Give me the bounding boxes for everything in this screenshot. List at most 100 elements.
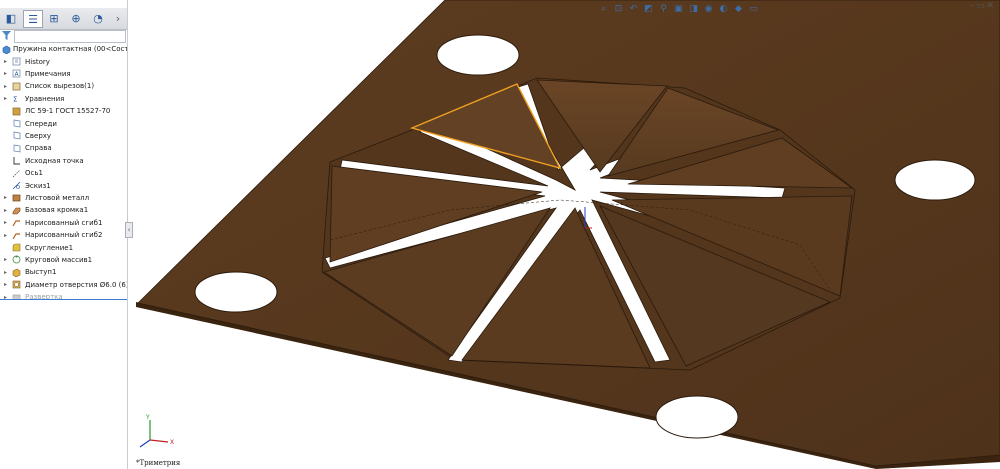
tree-item-label: Базовая кромка1 (25, 206, 89, 215)
hide-show-items-icon[interactable]: ◉ (703, 4, 714, 15)
tree-item-label: History (25, 57, 50, 66)
tree-item-label: Диаметр отверстия Ø6.0 (6)1 (25, 280, 127, 289)
tree-item-label: Исходная точка (25, 156, 84, 165)
tree-item[interactable]: ▸ A Примечания (0, 68, 127, 80)
tree-root-label: Пружина контактная (00<Сост.отоб[ (13, 45, 127, 54)
plane-icon (13, 119, 21, 128)
tree-item[interactable]: ▸ Нарисованный сгиб1 (0, 217, 127, 229)
plane-icon (13, 131, 21, 140)
tree-item[interactable]: ▸ Диаметр отверстия Ø6.0 (6)1 (0, 279, 127, 291)
graphics-area[interactable]: Y X ⌕ ⊡ ↶ ◩ ⚲ ▣ ◨ ◉ ◐ ◆ ▭ –▭✕ (128, 0, 1000, 469)
history-icon (12, 57, 21, 66)
tree-item-label: Нарисованный сгиб2 (25, 231, 103, 240)
tree-item[interactable]: ▸ Нарисованный сгиб2 (0, 229, 127, 241)
expand-arrow-icon[interactable]: ▸ (4, 281, 7, 288)
dimxpert-tab[interactable]: ⊕ (67, 10, 85, 26)
expand-arrow-icon[interactable]: ▸ (4, 219, 7, 226)
svg-text:Σ: Σ (13, 96, 17, 104)
apply-scene-icon[interactable]: ◆ (733, 4, 744, 15)
extrude-icon (12, 268, 21, 277)
tree-item[interactable]: Сверху (0, 130, 127, 142)
tree-item-label: Нарисованный сгиб1 (25, 218, 103, 227)
tree-item[interactable]: ЛС 59-1 ГОСТ 15527-70 (0, 105, 127, 117)
tree-item-label: Справа (25, 144, 52, 153)
circular-pattern-icon (12, 255, 21, 264)
close-icon[interactable]: ✕ (986, 1, 996, 11)
tree-item[interactable]: ▸ Выступ1 (0, 266, 127, 278)
feature-tree: Пружина контактная (00<Сост.отоб[ ▸ Histo… (0, 43, 127, 299)
filter-row (0, 29, 127, 43)
filter-icon[interactable] (2, 31, 11, 40)
hole-icon (12, 280, 21, 289)
tree-item-label: Скругление1 (25, 243, 74, 252)
view-orientation-label: *Триметрия (136, 459, 181, 467)
mounting-hole-bottom[interactable] (655, 395, 739, 439)
tree-item-label: Круговой массив1 (25, 255, 93, 264)
mounting-hole-left[interactable] (194, 271, 278, 313)
window-controls: –▭✕ (969, 1, 996, 11)
expand-arrow-icon[interactable]: ▸ (4, 83, 7, 90)
tree-item[interactable]: ▸ Листовой металл (0, 192, 127, 204)
tree-item[interactable]: Спереди (0, 117, 127, 129)
tree-item[interactable]: Исходная точка (0, 155, 127, 167)
display-style-icon[interactable]: ◨ (688, 4, 699, 15)
restore-icon[interactable]: ▭ (976, 1, 987, 11)
tree-item[interactable]: Скругление1 (0, 241, 127, 253)
expand-arrow-icon[interactable]: ▸ (4, 58, 7, 65)
zoom-area-icon[interactable]: ⊡ (613, 4, 624, 15)
tree-item[interactable]: Эскиз1 (0, 179, 127, 191)
configuration-manager-tab[interactable]: ⊞ (45, 10, 63, 26)
display-manager-tab[interactable]: ◔ (89, 10, 107, 26)
expand-arrow-icon[interactable]: ▸ (4, 269, 7, 276)
view-settings-icon[interactable]: ▭ (748, 4, 759, 15)
feature-manager-panel: ◧ ☰ ⊞ ⊕ ◔ › Пружина контактная (00<Сост.… (0, 0, 133, 469)
feature-manager-tab[interactable]: ◧ (2, 10, 20, 26)
view-triad: Y X (139, 414, 174, 448)
material-icon (12, 107, 21, 115)
tree-item-label: Эскиз1 (25, 181, 51, 190)
expand-arrow-icon[interactable]: ▸ (4, 70, 7, 77)
mounting-hole-top[interactable] (436, 34, 520, 76)
expand-arrow-icon[interactable]: ▸ (4, 256, 7, 263)
previous-view-icon[interactable]: ↶ (628, 4, 639, 15)
expand-arrow-icon[interactable]: ▸ (4, 194, 7, 201)
panel-tabs: ◧ ☰ ⊞ ⊕ ◔ › (0, 8, 127, 30)
fillet-icon (12, 243, 21, 252)
tree-item-label: Сверху (25, 131, 52, 140)
tree-item[interactable]: ▸ History (0, 55, 127, 67)
equations-icon: Σ (13, 96, 17, 104)
filter-input[interactable] (14, 30, 126, 43)
tree-item[interactable]: ▸ Базовая кромка1 (0, 204, 127, 216)
tree-item-label: Ось1 (25, 169, 43, 178)
tree-root[interactable]: Пружина контактная (00<Сост.отоб[ (0, 43, 127, 55)
tree-item[interactable]: ▸ Круговой массив1 (0, 254, 127, 266)
edit-appearance-icon[interactable]: ◐ (718, 4, 729, 15)
part-model-view[interactable]: Y X (128, 0, 1000, 469)
axis-icon (12, 169, 21, 177)
zoom-to-fit-icon[interactable]: ⌕ (598, 4, 609, 15)
dynamic-annotation-icon[interactable]: ⚲ (658, 4, 669, 15)
plane-icon (13, 144, 21, 153)
tree-item-label: Список вырезов(1) (25, 82, 95, 91)
tree-item[interactable]: ▸ Σ Уравнения (0, 93, 127, 105)
tree-item-label: Выступ1 (25, 268, 57, 277)
sketch-icon (12, 181, 21, 190)
base-flange-icon (12, 207, 21, 214)
annotations-icon: A (12, 69, 21, 78)
tree-item[interactable]: ▸ Список вырезов(1) (0, 80, 127, 92)
expand-tabs-icon[interactable]: › (109, 10, 127, 26)
expand-arrow-icon[interactable]: ▸ (4, 232, 7, 239)
tree-item[interactable]: ▸ Развертка (0, 291, 127, 299)
property-manager-tab[interactable]: ☰ (23, 10, 43, 28)
tree-item[interactable]: Справа (0, 142, 127, 154)
sheet-metal-icon (12, 194, 21, 202)
view-orientation-icon[interactable]: ▣ (673, 4, 684, 15)
sketched-bend-icon (12, 232, 20, 239)
section-view-icon[interactable]: ◩ (643, 4, 654, 15)
tree-item[interactable]: Ось1 (0, 167, 127, 179)
mounting-hole-right[interactable] (894, 159, 976, 201)
expand-arrow-icon[interactable]: ▸ (4, 95, 7, 102)
tree-bottom-divider (0, 299, 127, 300)
tree-item-label: Спереди (25, 119, 57, 128)
expand-arrow-icon[interactable]: ▸ (4, 207, 7, 214)
